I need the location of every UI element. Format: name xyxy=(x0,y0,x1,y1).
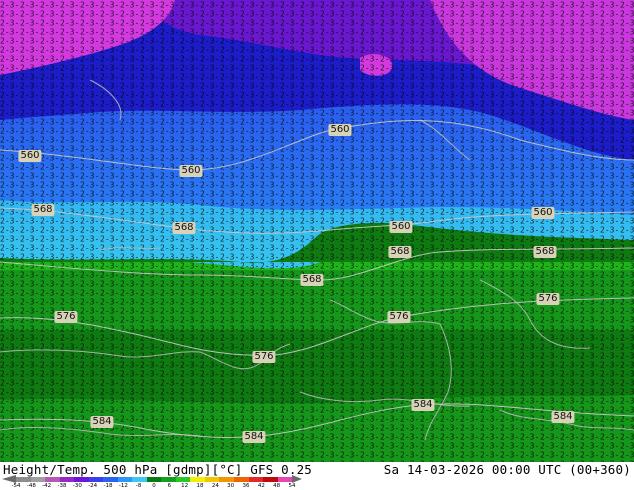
colorbar-tick-label: 36 xyxy=(242,483,250,489)
map-title: Height/Temp. 500 hPa [gdmp][°C] GFS 0.25 xyxy=(3,462,313,477)
contour-label: 568 xyxy=(31,204,55,216)
contour-label: 584 xyxy=(90,416,114,428)
colorbar-tick-label: -12 xyxy=(118,483,128,489)
contour-label: 560 xyxy=(389,221,413,233)
colorbar-tick-label: 6 xyxy=(167,483,172,489)
contour-label: 568 xyxy=(300,274,324,286)
contour-label: 584 xyxy=(411,399,435,411)
colorbar-tick-label: -42 xyxy=(42,483,52,489)
colorbar-tick-label: 0 xyxy=(152,483,156,489)
colorbar-tick-label: 30 xyxy=(227,483,235,489)
contour-label: 568 xyxy=(172,222,196,234)
contour-label: 584 xyxy=(551,411,575,423)
colorbar-tick-label: -24 xyxy=(88,483,98,489)
colorbar-tick-label: 48 xyxy=(273,483,281,489)
contour-label: 560 xyxy=(179,165,203,177)
colorbar-tick-label: 24 xyxy=(211,483,219,489)
contour-label: 568 xyxy=(533,246,557,258)
colorbar-tick-label: 18 xyxy=(196,483,204,489)
map-footer: Height/Temp. 500 hPa [gdmp][°C] GFS 0.25… xyxy=(0,462,634,490)
contour-label: 576 xyxy=(54,311,78,323)
contour-label: 576 xyxy=(536,293,560,305)
colorbar-tick-label: 42 xyxy=(257,483,265,489)
colorbar-tick-label: -54 xyxy=(11,483,21,489)
colorbar-ticks: -54 -48 -42 -38 -30 -24 -18 -12 -8 0 6 12 18 24 30 36 42… xyxy=(12,482,306,490)
colorbar-tick-label: 54 xyxy=(288,483,296,489)
contour-label: 584 xyxy=(242,431,266,443)
contour-label: 576 xyxy=(252,351,276,363)
contour-label: 560 xyxy=(328,124,352,136)
temperature-field: 2-3- xyxy=(0,0,634,462)
colorbar-tick-label: 12 xyxy=(181,483,189,489)
contour-label: 560 xyxy=(18,150,42,162)
colorbar-tick-label: -8 xyxy=(135,483,142,489)
colorbar-tick-label: -38 xyxy=(57,483,67,489)
colorbar-tick-label: -48 xyxy=(26,483,36,489)
contour-label: 560 xyxy=(531,207,555,219)
valid-datetime: Sa 14-03-2026 00:00 UTC (00+360) xyxy=(383,462,631,477)
weather-map: 2-3- xyxy=(0,0,634,462)
contour-label: 568 xyxy=(388,246,412,258)
colorbar-tick-label: -18 xyxy=(103,483,113,489)
colorbar-tick-label: -30 xyxy=(72,483,82,489)
contour-label: 576 xyxy=(387,311,411,323)
